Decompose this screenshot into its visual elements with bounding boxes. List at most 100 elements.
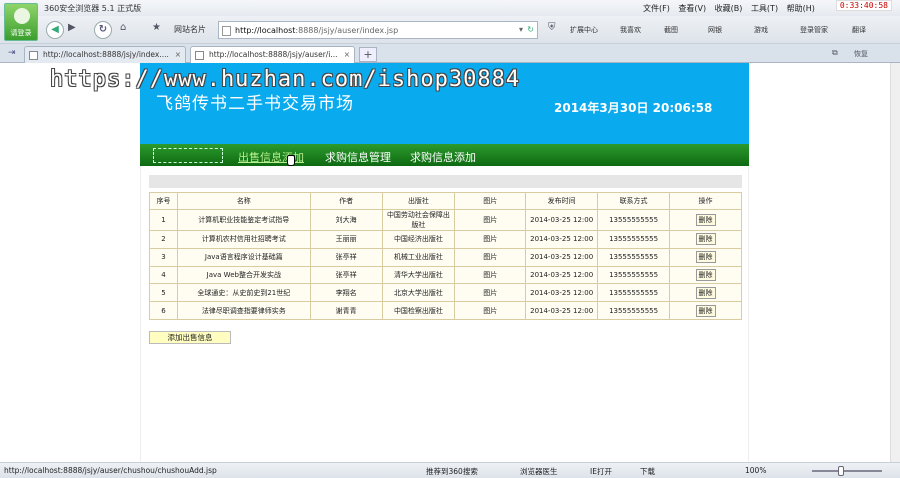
cell-index: 5 (149, 283, 178, 303)
status-bar: http://localhost:8888/jsjy/auser/chushou… (0, 462, 900, 478)
tab-title: http://localhost:8888/jsjy/index.... (43, 50, 169, 59)
cell-image-link[interactable]: 图片 (454, 283, 527, 303)
status-zoom[interactable]: 100% (745, 466, 766, 475)
tab-close-icon[interactable]: × (175, 47, 181, 63)
url-path: :8888/jsjy/auser/index.jsp (295, 26, 399, 35)
table-row: 3 Java语言程序设计基础篇 张亭祥 机械工业出版社 图片 2014-03-2… (149, 247, 742, 267)
cell-time: 2014-03-25 12:00 (525, 230, 599, 249)
cell-image-link[interactable]: 图片 (454, 230, 527, 249)
sites-button[interactable]: 网站名片 (174, 24, 206, 35)
cell-author: 张亭祥 (309, 265, 383, 285)
user-icon (14, 8, 30, 24)
recording-clock: 0:33:40:58 (835, 0, 892, 11)
menu-tools[interactable]: 工具(T) (751, 4, 778, 13)
cell-image-link[interactable]: 图片 (454, 247, 527, 267)
toolbar-banking[interactable]: 网银 (708, 25, 722, 35)
tab-index[interactable]: http://localhost:8888/jsjy/index.... × (24, 46, 186, 63)
zoom-slider-handle[interactable] (838, 466, 844, 476)
url-dropdown-icon[interactable]: ▾ (519, 25, 523, 34)
cell-contact: 13555555555 (597, 301, 671, 320)
nav-buy-manage[interactable]: 求购信息管理 (325, 149, 391, 165)
cell-action: 删除 (669, 209, 742, 231)
cell-publisher: 清华大学出版社 (381, 265, 456, 285)
col-header-publisher: 出版社 (381, 192, 456, 210)
toolbar-screenshot[interactable]: 截图 (664, 25, 678, 35)
recycle-bin-button[interactable]: 恢复 (854, 49, 868, 59)
sidebar-toggle-icon[interactable]: ⇥ (8, 48, 16, 58)
page-icon (222, 26, 231, 36)
tab-title: http://localhost:8888/jsjy/auser/i... (209, 50, 338, 59)
forward-icon[interactable]: ▶ (68, 22, 76, 33)
menu-view[interactable]: 查看(V) (678, 4, 706, 13)
status-download[interactable]: 下载 (640, 466, 655, 477)
browser-title-bar: 360安全浏览器 5.1 正式版 文件(F) 查看(V) 收藏(B) 工具(T)… (0, 0, 900, 16)
delete-button[interactable]: 删除 (695, 214, 716, 226)
cell-contact: 13555555555 (597, 209, 671, 231)
table-row: 6 法律尽职调查指要律师实务 谢青青 中国检察出版社 图片 2014-03-25… (149, 301, 742, 320)
go-icon[interactable]: ↻ (527, 25, 534, 34)
cell-action: 删除 (669, 265, 742, 285)
add-sell-info-button[interactable]: 添加出售信息 (149, 331, 231, 344)
toolbar-games[interactable]: 游戏 (754, 25, 768, 35)
main-nav: 出售信息添加 求购信息管理 求购信息添加 (140, 144, 749, 166)
status-url: http://localhost:8888/jsjy/auser/chushou… (4, 466, 217, 475)
table-row: 1 计算机职业技能鉴定考试指导 刘大海 中国劳动社会保障出版社 图片 2014-… (149, 209, 742, 231)
toolbar-likes[interactable]: 我喜欢 (620, 25, 641, 35)
favorite-star-icon[interactable]: ★ (152, 22, 161, 33)
home-icon[interactable]: ⌂ (120, 22, 126, 33)
cell-image-link[interactable]: 图片 (454, 265, 527, 285)
focused-nav-slot[interactable] (153, 148, 223, 163)
menu-file[interactable]: 文件(F) (643, 4, 670, 13)
login-label: 请登录 (10, 29, 32, 37)
cell-author: 刘大海 (309, 209, 383, 231)
restore-tab-icon[interactable]: ⧉ (832, 48, 838, 58)
tab-auser-index[interactable]: http://localhost:8888/jsjy/auser/i... × (190, 46, 355, 63)
col-header-action: 操作 (669, 192, 742, 210)
refresh-button[interactable]: ↻ (94, 21, 112, 39)
delete-button[interactable]: 删除 (695, 251, 716, 264)
delete-button[interactable]: 删除 (695, 233, 716, 246)
col-header-image: 图片 (454, 192, 527, 210)
cell-image-link[interactable]: 图片 (454, 209, 527, 231)
current-datetime: 2014年3月30日 20:06:58 (554, 101, 713, 115)
cell-name: 全球通史：从史前史到21世纪 (176, 283, 311, 303)
url-host: http://localhost (235, 26, 296, 35)
back-button[interactable]: ◀ (46, 21, 64, 39)
col-header-name: 名称 (176, 192, 311, 210)
cell-image-link[interactable]: 图片 (454, 301, 527, 320)
delete-button[interactable]: 删除 (695, 286, 716, 299)
vertical-scrollbar[interactable] (890, 63, 900, 462)
zoom-slider[interactable] (812, 470, 882, 472)
delete-button[interactable]: 删除 (695, 268, 716, 281)
cell-name: 计算机职业技能鉴定考试指导 (176, 209, 311, 231)
address-bar[interactable]: http://localhost:8888/jsjy/auser/index.j… (218, 21, 538, 39)
cell-index: 3 (149, 247, 178, 267)
status-browser-doctor[interactable]: 浏览器医生 (520, 466, 558, 477)
status-recommend-search[interactable]: 推荐到360搜索 (426, 466, 478, 477)
cell-publisher: 北京大学出版社 (381, 283, 456, 303)
tab-close-icon[interactable]: × (344, 47, 350, 63)
toolbar-login-manager[interactable]: 登录管家 (800, 25, 828, 35)
cell-contact: 13555555555 (597, 247, 671, 267)
nav-buy-add[interactable]: 求购信息添加 (410, 149, 476, 165)
status-ie-open[interactable]: IE打开 (590, 466, 612, 477)
cell-time: 2014-03-25 12:00 (525, 265, 599, 285)
delete-button[interactable]: 删除 (695, 304, 716, 317)
page-viewport: https://www.huzhan.com/ishop30884 飞鸽传书二手… (0, 63, 890, 462)
cell-action: 删除 (669, 230, 742, 249)
login-avatar[interactable]: 请登录 (4, 3, 38, 41)
cell-index: 6 (149, 301, 178, 320)
cell-author: 张亭祥 (309, 247, 383, 267)
menu-help[interactable]: 帮助(H) (787, 4, 815, 13)
toolbar-translate[interactable]: 翻译 (852, 25, 866, 35)
shield-icon[interactable]: ⛨ (548, 22, 556, 33)
table-row: 4 Java Web整合开发实战 张亭祥 清华大学出版社 图片 2014-03-… (149, 265, 742, 285)
toolbar-extensions[interactable]: 扩展中心 (570, 25, 598, 35)
cell-publisher: 机械工业出版社 (381, 247, 456, 267)
table-row: 5 全球通史：从史前史到21世纪 李翔名 北京大学出版社 图片 2014-03-… (149, 283, 742, 303)
col-header-index: 序号 (149, 192, 178, 210)
menu-favorites[interactable]: 收藏(B) (715, 4, 743, 13)
new-tab-button[interactable]: + (359, 47, 377, 62)
watermark: https://www.huzhan.com/ishop30884 (50, 67, 521, 92)
menu-bar: 文件(F) 查看(V) 收藏(B) 工具(T) 帮助(H) (643, 3, 821, 14)
